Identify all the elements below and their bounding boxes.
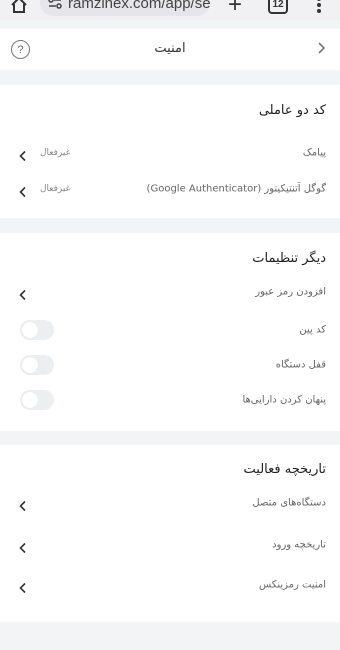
toggle-knob — [22, 357, 38, 373]
list-item-label: پنهان کردن دارایی‌ها — [242, 394, 326, 406]
list-item-label: پیامک — [302, 147, 326, 159]
chevron-left-icon — [18, 539, 28, 554]
address-text: ramzinex.com/app/sec — [68, 0, 210, 12]
more-menu-icon[interactable] — [308, 0, 330, 16]
list-item-add-password[interactable]: افزودن رمز عبور — [0, 274, 340, 310]
hide-assets-toggle[interactable] — [20, 390, 54, 410]
status-badge: غیرفعال — [40, 148, 71, 158]
list-item-label: دستگاه‌های متصل — [252, 497, 326, 509]
chevron-left-icon — [18, 183, 28, 198]
list-item-label: قفل دستگاه — [275, 359, 326, 371]
list-item-google-authenticator[interactable]: غیرفعال گوگل آتنتیکیتور (Google Authenti… — [0, 171, 340, 207]
list-item-label: گوگل آتنتیکیتور (Google Authenticator) — [146, 183, 326, 195]
list-item-pin-code: کد پین — [0, 312, 340, 348]
list-item-device-lock: قفل دستگاه — [0, 347, 340, 383]
back-chevron-icon[interactable] — [316, 40, 326, 59]
section-title: دیگر تنظیمات — [252, 251, 326, 266]
tab-count-button[interactable]: 12 — [268, 0, 288, 14]
other-settings-section: دیگر تنظیمات افزودن رمز عبور کد پین قفل … — [0, 233, 340, 431]
page-header: ? امنیت — [0, 29, 340, 70]
list-item-label: کد پین — [299, 324, 326, 336]
chevron-left-icon — [18, 579, 28, 594]
pin-code-toggle[interactable] — [20, 320, 54, 340]
chevron-left-icon — [18, 147, 28, 162]
list-item-label: تاریخچه ورود — [272, 539, 326, 551]
browser-toolbar: ramzinex.com/app/sec + 12 — [0, 0, 340, 20]
list-item-login-history[interactable]: تاریخچه ورود — [0, 527, 340, 563]
address-bar[interactable]: ramzinex.com/app/sec — [40, 0, 210, 16]
list-item-label: امنیت رمزینکس — [259, 579, 326, 591]
chevron-left-icon — [18, 497, 28, 512]
device-lock-toggle[interactable] — [20, 355, 54, 375]
toggle-knob — [22, 392, 38, 408]
section-title: تاریخچه فعالیت — [243, 462, 326, 477]
list-item-label: افزودن رمز عبور — [255, 286, 326, 298]
activity-history-section: تاریخچه فعالیت دستگاه‌های متصل تاریخچه و… — [0, 445, 340, 622]
two-factor-section: کد دو عاملی غیرفعال پیامک غیرفعال گوگل آ… — [0, 85, 340, 218]
list-item-connected-devices[interactable]: دستگاه‌های متصل — [0, 485, 340, 521]
site-settings-icon[interactable] — [48, 0, 62, 13]
new-tab-icon[interactable]: + — [224, 0, 246, 17]
page-title: امنیت — [154, 41, 186, 56]
list-item-ramzinex-security[interactable]: امنیت رمزینکس — [0, 567, 340, 603]
home-icon[interactable] — [8, 0, 30, 16]
list-item-sms[interactable]: غیرفعال پیامک — [0, 135, 340, 171]
list-item-hide-assets: پنهان کردن دارایی‌ها — [0, 382, 340, 418]
section-title: کد دو عاملی — [258, 103, 326, 118]
toggle-knob — [22, 322, 38, 338]
status-badge: غیرفعال — [40, 184, 71, 194]
chevron-left-icon — [18, 286, 28, 301]
